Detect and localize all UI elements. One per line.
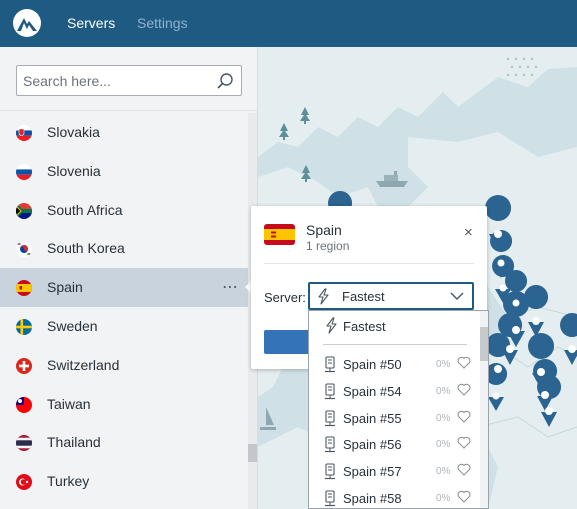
search-box	[16, 65, 242, 96]
country-label: South Korea	[47, 240, 125, 257]
server-load: 0%	[436, 466, 451, 478]
divider	[0, 110, 257, 111]
server-load: 0%	[436, 439, 451, 451]
country-label: Slovakia	[47, 124, 100, 140]
heart-icon[interactable]	[457, 463, 471, 476]
country-item-thailand[interactable]: Thailand	[0, 423, 248, 462]
popup-title: Spain	[306, 222, 342, 238]
server-name: Spain #50	[343, 357, 402, 372]
server-icon	[325, 410, 335, 426]
bolt-icon	[326, 317, 337, 334]
close-icon[interactable]: ×	[464, 225, 473, 240]
server-icon	[325, 490, 335, 507]
country-list: Slovakia Slovenia South Africa South Kor…	[0, 113, 248, 501]
country-item-switzerland[interactable]: Switzerland	[0, 346, 248, 385]
top-bar: Servers Settings	[0, 0, 577, 47]
country-item-taiwan[interactable]: Taiwan	[0, 385, 248, 424]
switzerland-flag-icon	[16, 357, 32, 374]
server-icon	[325, 356, 335, 373]
heart-icon[interactable]	[457, 356, 471, 369]
server-list: Spain #50 0% Spain #54 0% Spain #55 0% S…	[309, 351, 479, 508]
server-name: Spain #55	[343, 410, 402, 426]
server-select-value: Fastest	[342, 289, 385, 304]
heart-icon[interactable]	[457, 383, 471, 396]
country-label: Switzerland	[47, 356, 120, 373]
tab-servers[interactable]: Servers	[67, 15, 115, 31]
dropdown-option-fastest[interactable]: Fastest	[309, 313, 479, 339]
server-name: Spain #57	[343, 464, 402, 480]
country-item-slovakia[interactable]: Slovakia	[0, 113, 248, 152]
country-item-south-korea[interactable]: South Korea	[0, 229, 248, 268]
sidebar: Slovakia Slovenia South Africa South Kor…	[0, 47, 258, 509]
country-label: Thailand	[47, 434, 101, 451]
heart-icon[interactable]	[457, 490, 471, 503]
slovakia-flag-icon	[16, 125, 32, 141]
server-name: Spain #56	[343, 437, 402, 453]
sweden-flag-icon	[16, 318, 32, 335]
server-load: 0%	[436, 492, 451, 504]
popup-subtitle: 1 region	[306, 239, 350, 253]
country-item-turkey[interactable]: Turkey	[0, 462, 248, 501]
tab-settings[interactable]: Settings	[137, 15, 188, 31]
dropdown-option-server[interactable]: Spain #50 0%	[309, 351, 479, 378]
country-label: Taiwan	[47, 395, 91, 412]
heart-icon[interactable]	[457, 436, 471, 450]
server-icon	[325, 436, 335, 453]
country-label: Turkey	[47, 473, 90, 490]
option-label: Fastest	[343, 319, 386, 334]
dropdown-scroll-thumb[interactable]	[480, 327, 488, 361]
server-select[interactable]: Fastest	[308, 282, 474, 310]
ship-icon	[376, 171, 408, 187]
country-item-spain[interactable]: Spain ⋯	[0, 268, 248, 307]
sidebar-scroll-thumb[interactable]	[248, 444, 257, 462]
spain-flag-icon	[16, 280, 32, 297]
spain-flag-icon	[264, 224, 295, 245]
country-label: Spain	[47, 279, 83, 296]
server-label: Server:	[264, 290, 306, 305]
thailand-flag-icon	[16, 435, 32, 452]
south-korea-flag-icon	[16, 241, 32, 258]
country-item-sweden[interactable]: Sweden	[0, 307, 248, 346]
server-name: Spain #54	[343, 383, 402, 399]
chevron-down-icon	[450, 292, 464, 300]
dropdown-option-server[interactable]: Spain #56 0%	[309, 431, 479, 458]
more-options-icon[interactable]: ⋯	[222, 277, 239, 297]
server-load: 0%	[436, 385, 451, 397]
divider	[323, 344, 467, 345]
south-africa-flag-icon	[16, 202, 32, 219]
search-icon[interactable]	[216, 72, 234, 90]
divider	[264, 263, 474, 264]
dropdown-option-server[interactable]: Spain #54 0%	[309, 378, 479, 405]
dropdown-option-server[interactable]: Spain #55 0%	[309, 405, 479, 432]
turkey-flag-icon	[16, 474, 32, 491]
server-name: Spain #58	[343, 490, 402, 506]
server-icon	[325, 383, 335, 399]
nordvpn-logo-icon[interactable]	[13, 9, 41, 37]
bolt-icon	[318, 288, 329, 305]
server-icon	[325, 463, 335, 480]
dropdown-option-server[interactable]: Spain #58 0%	[309, 485, 479, 508]
slovenia-flag-icon	[16, 163, 32, 180]
country-label: Slovenia	[47, 162, 101, 179]
country-label: Sweden	[47, 317, 98, 334]
taiwan-flag-icon	[16, 396, 32, 413]
country-item-south-africa[interactable]: South Africa	[0, 191, 248, 230]
server-load: 0%	[436, 412, 451, 424]
server-load: 0%	[436, 359, 451, 370]
search-input[interactable]	[23, 71, 213, 91]
server-dropdown: Fastest Spain #50 0% Spain #54 0% Spain …	[308, 310, 489, 509]
dropdown-option-server[interactable]: Spain #57 0%	[309, 458, 479, 485]
country-item-slovenia[interactable]: Slovenia	[0, 152, 248, 191]
heart-icon[interactable]	[457, 410, 471, 423]
country-label: South Africa	[47, 201, 123, 218]
